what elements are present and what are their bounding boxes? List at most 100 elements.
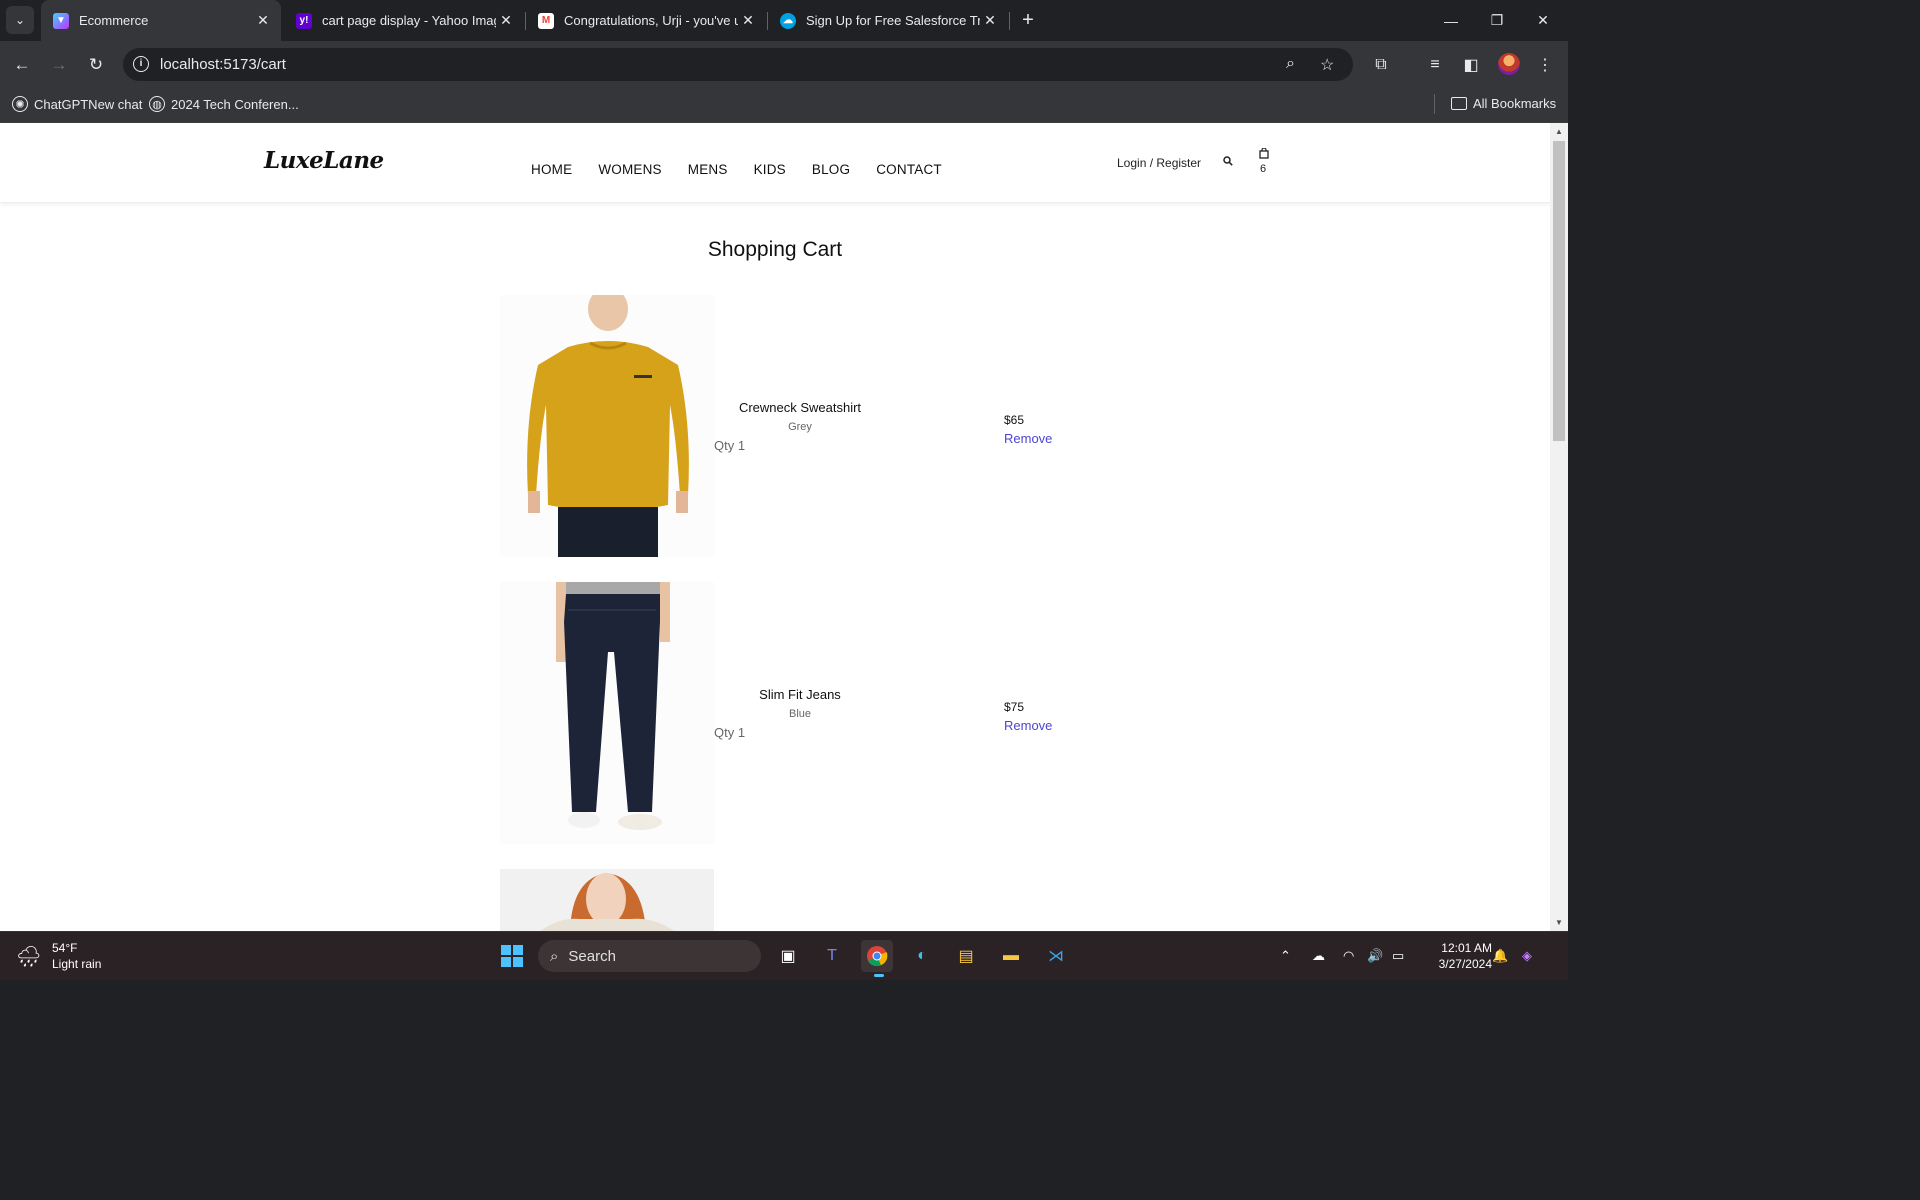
address-bar[interactable]: i localhost:5173/cart ⌕ ☆ (123, 48, 1353, 81)
file-explorer-icon[interactable]: ▬ (995, 940, 1027, 972)
bookmark-label: 2024 Tech Conferen... (171, 96, 299, 112)
edge-icon[interactable]: ◐ (906, 940, 938, 972)
nav-home[interactable]: HOME (531, 162, 572, 177)
show-hidden-icons-icon[interactable]: ⌃ (1280, 948, 1291, 964)
bookmarks-bar: ✺ ChatGPTNew chat ◍ 2024 Tech Conferen..… (0, 88, 1568, 123)
page-scrollbar[interactable]: ▲ ▼ (1550, 123, 1568, 931)
nav-kids[interactable]: KIDS (754, 162, 786, 177)
close-window-button[interactable]: ✕ (1520, 0, 1566, 41)
product-color: Blue (788, 708, 812, 720)
clock-time: 12:01 AM (1441, 941, 1492, 955)
tab-search-button[interactable]: ⌄ (6, 6, 34, 34)
microsoft-store-icon[interactable]: ▤ (950, 940, 982, 972)
new-tab-button[interactable]: + (1016, 8, 1040, 32)
taskbar-search-label: Search (568, 947, 616, 965)
scrollbar-thumb[interactable] (1553, 141, 1565, 441)
search-icon[interactable] (1223, 156, 1233, 169)
side-panel-icon[interactable]: ◧ (1459, 53, 1483, 77)
product-quantity: Qty 1 (714, 438, 746, 453)
yahoo-icon: y! (296, 12, 312, 29)
close-icon[interactable]: ✕ (980, 12, 1000, 29)
bookmark-chatgpt[interactable]: ✺ ChatGPTNew chat (12, 96, 142, 112)
close-icon[interactable]: ✕ (253, 12, 273, 29)
bookmark-label: ChatGPTNew chat (34, 96, 143, 112)
battery-icon[interactable]: ▭ (1392, 948, 1404, 964)
scroll-up-arrow-icon[interactable]: ▲ (1555, 127, 1563, 136)
taskbar-search[interactable]: ⌕ Search (538, 940, 761, 972)
shopping-bag-icon[interactable] (1259, 147, 1269, 162)
active-app-indicator (874, 974, 884, 977)
bookmarks-separator (1434, 94, 1435, 114)
tab-separator (1009, 12, 1010, 30)
product-image-jeans[interactable] (500, 582, 714, 844)
task-view-icon[interactable]: ▣ (772, 940, 804, 972)
tab-title: Congratulations, Urji - you've unlocked (564, 13, 738, 28)
weather-widget[interactable]: 🌧 54°F Light rain (16, 940, 101, 972)
bookmark-star-icon[interactable]: ☆ (1320, 55, 1334, 75)
clock-date: 3/27/2024 (1438, 957, 1492, 971)
product-name: Crewneck Sweatshirt (738, 400, 862, 415)
all-bookmarks-button[interactable]: All Bookmarks (1451, 96, 1556, 111)
browser-toolbar: ← → ↻ i localhost:5173/cart ⌕ ☆ ⧉ ≡ ◧ ⋮ (0, 41, 1568, 88)
vscode-icon[interactable]: ⋊ (1040, 940, 1072, 972)
product-image-sweatshirt[interactable] (500, 295, 714, 557)
product-quantity: Qty 1 (714, 725, 746, 740)
forward-button[interactable]: → (45, 51, 73, 79)
folder-icon (1451, 97, 1467, 110)
nav-contact[interactable]: CONTACT (876, 162, 942, 177)
tab-strip: ⌄ ▼ Ecommerce ✕ y! cart page display - Y… (0, 0, 1568, 41)
extensions-icon[interactable]: ⧉ (1369, 53, 1393, 77)
remove-button[interactable]: Remove (1004, 431, 1052, 446)
tab-ecommerce[interactable]: ▼ Ecommerce ✕ (41, 0, 281, 41)
windows-taskbar: 🌧 54°F Light rain ⌕ Search ▣ T ◐ ▤ ▬ ⋊ ⌃… (0, 931, 1568, 980)
login-register-link[interactable]: Login / Register (1117, 156, 1201, 170)
tab-title: Sign Up for Free Salesforce Trailhead (806, 13, 980, 28)
notification-bell-icon[interactable]: 🔔 (1492, 948, 1508, 964)
product-color: Grey (788, 421, 812, 433)
weather-desc: Light rain (52, 957, 102, 971)
profile-avatar[interactable] (1498, 53, 1520, 75)
product-image-partial[interactable] (500, 869, 714, 931)
nav-womens[interactable]: WOMENS (598, 162, 661, 177)
zoom-icon[interactable]: ⌕ (1286, 55, 1295, 73)
media-controls-icon[interactable]: ≡ (1423, 53, 1447, 77)
nav-blog[interactable]: BLOG (812, 162, 850, 177)
onedrive-icon[interactable]: ☁ (1312, 948, 1325, 964)
close-icon[interactable]: ✕ (496, 12, 516, 29)
wifi-icon[interactable]: ◠ (1343, 948, 1354, 964)
url-text: localhost:5173/cart (160, 56, 286, 73)
cart-item: Slim Fit Jeans Blue Qty 1 $75 Remove (500, 582, 1100, 844)
copilot-icon[interactable]: ◈ (1522, 948, 1532, 964)
menu-icon[interactable]: ⋮ (1533, 53, 1557, 77)
page-viewport: LuxeLane HOME WOMENS MENS KIDS BLOG CONT… (0, 123, 1550, 931)
tab-gmail[interactable]: M Congratulations, Urji - you've unlocke… (526, 0, 766, 41)
restore-button[interactable]: ❐ (1474, 0, 1520, 41)
windows-start-icon[interactable] (496, 940, 528, 972)
site-header: LuxeLane HOME WOMENS MENS KIDS BLOG CONT… (0, 123, 1550, 203)
rain-cloud-icon: 🌧 (16, 946, 42, 968)
system-clock[interactable]: 12:01 AM 3/27/2024 (1422, 940, 1492, 972)
teams-icon[interactable]: T (816, 940, 848, 972)
chrome-icon[interactable] (861, 940, 893, 972)
tab-yahoo-images[interactable]: y! cart page display - Yahoo Image Searc… (284, 0, 524, 41)
reload-button[interactable]: ↻ (82, 51, 110, 79)
close-icon[interactable]: ✕ (738, 12, 758, 29)
scroll-down-arrow-icon[interactable]: ▼ (1555, 918, 1563, 927)
remove-button[interactable]: Remove (1004, 718, 1052, 733)
gmail-icon: M (538, 12, 554, 29)
page-title: Shopping Cart (707, 238, 843, 261)
site-info-icon[interactable]: i (133, 56, 149, 72)
volume-icon[interactable]: 🔊 (1367, 948, 1383, 964)
chatgpt-icon: ✺ (12, 96, 28, 112)
cart-item: Crewneck Sweatshirt Grey Qty 1 $65 Remov… (500, 295, 1100, 557)
product-price: $75 (1004, 700, 1025, 714)
nav-mens[interactable]: MENS (688, 162, 728, 177)
back-button[interactable]: ← (8, 51, 36, 79)
weather-temp: 54°F (52, 941, 78, 955)
tab-salesforce[interactable]: ☁ Sign Up for Free Salesforce Trailhead … (768, 0, 1008, 41)
cart-count-badge: 6 (1260, 163, 1267, 175)
minimize-button[interactable]: — (1428, 0, 1474, 41)
site-logo[interactable]: LuxeLane (264, 147, 384, 174)
bookmark-tech-conference[interactable]: ◍ 2024 Tech Conferen... (149, 96, 299, 112)
globe-icon: ◍ (149, 96, 165, 112)
